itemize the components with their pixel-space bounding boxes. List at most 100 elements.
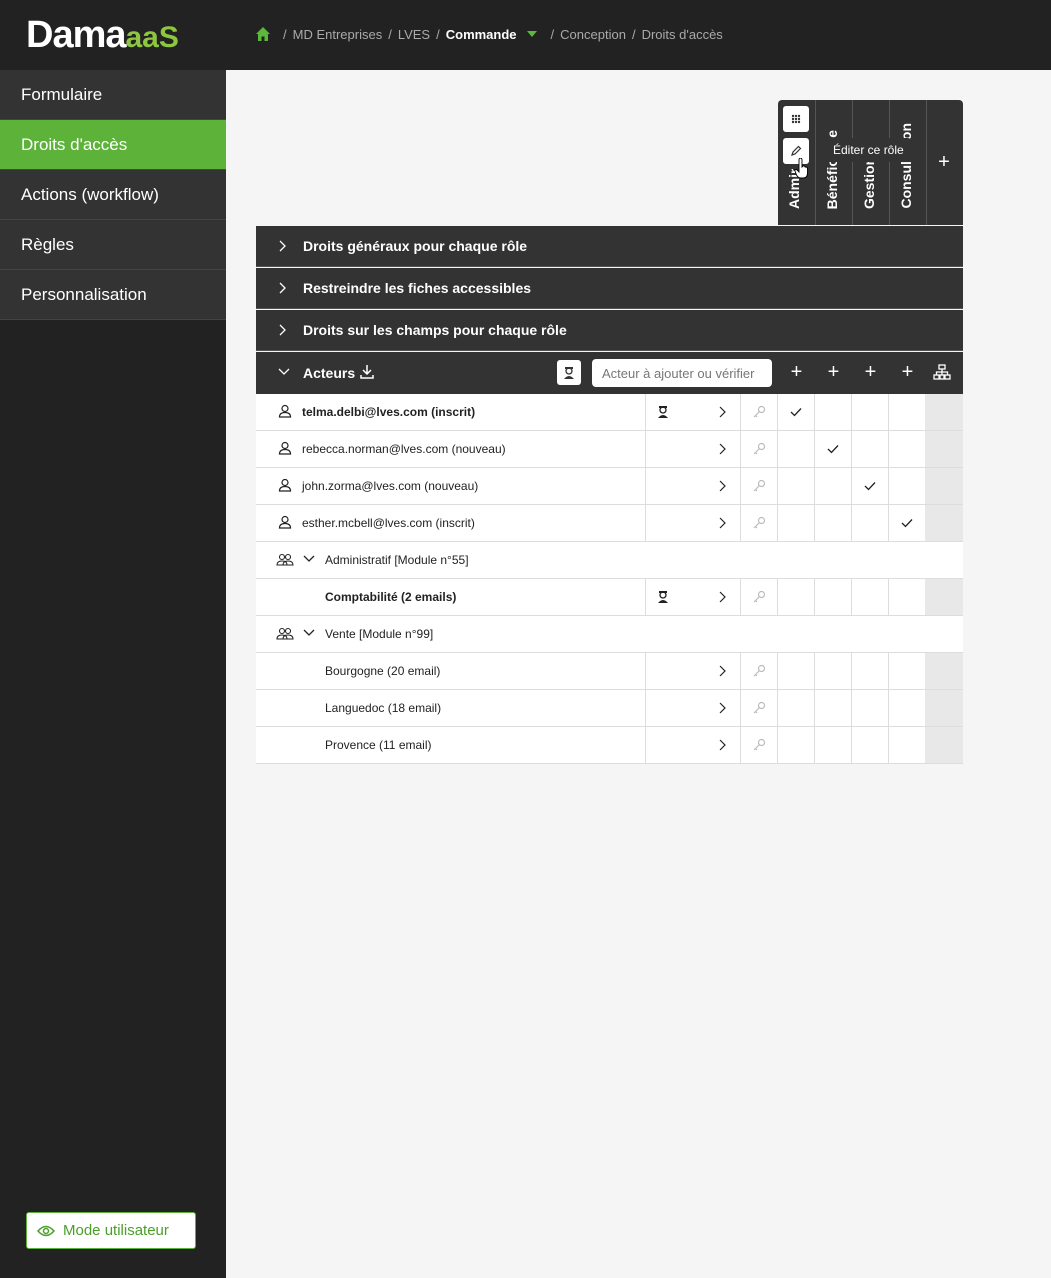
table-cell[interactable] — [777, 579, 778, 615]
download-icon[interactable] — [359, 364, 375, 380]
key-icon[interactable] — [752, 701, 766, 715]
table-cell[interactable] — [777, 727, 778, 763]
role-column-consultation[interactable]: Consultation — [889, 100, 926, 225]
table-cell[interactable] — [851, 727, 852, 763]
table-cell[interactable] — [814, 653, 815, 689]
section-restreindre[interactable]: Restreindre les fiches accessibles — [256, 268, 963, 309]
breadcrumb-item-conception[interactable]: Conception — [560, 27, 626, 42]
chevron-down-icon[interactable] — [303, 629, 315, 637]
table-cell[interactable] — [777, 653, 778, 689]
table-cell[interactable] — [777, 690, 778, 726]
row-name[interactable]: john.zorma@lves.com (nouveau) — [302, 479, 478, 493]
home-icon[interactable] — [255, 26, 271, 42]
group-row[interactable]: Vente [Module n°99] — [256, 616, 963, 653]
breadcrumb-item-current[interactable]: Commande — [446, 27, 517, 42]
table-cell[interactable] — [814, 727, 815, 763]
table-cell[interactable] — [851, 653, 852, 689]
table-cell[interactable] — [814, 690, 815, 726]
table-row[interactable]: Provence (11 email) — [256, 727, 963, 764]
add-role-button[interactable]: + — [925, 100, 963, 225]
chevron-right-icon[interactable] — [718, 665, 726, 677]
table-cell[interactable] — [851, 505, 852, 541]
table-cell[interactable] — [888, 579, 889, 615]
app-logo[interactable]: Dama aaS — [26, 14, 179, 56]
add-actor-admin-button[interactable]: + — [778, 361, 815, 384]
section-droits-champs[interactable]: Droits sur les champs pour chaque rôle — [256, 310, 963, 351]
chevron-right-icon[interactable] — [718, 406, 726, 418]
group-name[interactable]: Vente [Module n°99] — [325, 627, 433, 641]
key-icon[interactable] — [752, 590, 766, 604]
table-cell[interactable] — [777, 394, 778, 430]
row-name[interactable]: Languedoc (18 email) — [325, 701, 441, 715]
sidebar-item-formulaire[interactable]: Formulaire — [0, 70, 226, 120]
row-name[interactable]: rebecca.norman@lves.com (nouveau) — [302, 442, 506, 456]
table-row[interactable]: Comptabilité (2 emails) — [256, 579, 963, 616]
caret-down-icon[interactable] — [526, 31, 537, 37]
mode-utilisateur-button[interactable]: Mode utilisateur — [26, 1212, 196, 1249]
chevron-down-icon[interactable] — [303, 555, 315, 563]
table-cell[interactable] — [814, 505, 815, 541]
table-cell[interactable] — [851, 394, 852, 430]
table-cell[interactable] — [888, 431, 889, 467]
table-cell[interactable] — [777, 505, 778, 541]
row-name[interactable]: Bourgogne (20 email) — [325, 664, 440, 678]
table-cell[interactable] — [777, 431, 778, 467]
role-column-gestionnaire[interactable]: Gestionnaire — [852, 100, 889, 225]
table-cell[interactable] — [814, 579, 815, 615]
chevron-right-icon[interactable] — [718, 739, 726, 751]
table-cell[interactable] — [851, 431, 852, 467]
table-cell[interactable] — [888, 690, 889, 726]
sidebar-item-personnalisation[interactable]: Personnalisation — [0, 270, 226, 320]
table-cell[interactable] — [888, 394, 889, 430]
row-name[interactable]: Provence (11 email) — [325, 738, 432, 752]
chevron-right-icon[interactable] — [718, 591, 726, 603]
group-row[interactable]: Administratif [Module n°55] — [256, 542, 963, 579]
table-cell[interactable] — [814, 431, 815, 467]
table-cell[interactable] — [888, 727, 889, 763]
table-cell[interactable] — [814, 468, 815, 504]
table-cell[interactable] — [851, 468, 852, 504]
agent-filter-button[interactable] — [557, 360, 581, 385]
sidebar-item-regles[interactable]: Règles — [0, 220, 226, 270]
acteur-search-input[interactable] — [592, 359, 772, 387]
chevron-right-icon[interactable] — [718, 517, 726, 529]
key-icon[interactable] — [752, 664, 766, 678]
add-actor-beneficiaire-button[interactable]: + — [815, 361, 852, 384]
table-row[interactable]: Languedoc (18 email) — [256, 690, 963, 727]
row-name[interactable]: Comptabilité (2 emails) — [325, 590, 456, 604]
breadcrumb-item-entreprise[interactable]: MD Entreprises — [293, 27, 383, 42]
row-name[interactable]: esther.mcbell@lves.com (inscrit) — [302, 516, 475, 530]
breadcrumb-item-lves[interactable]: LVES — [398, 27, 430, 42]
table-row[interactable]: Bourgogne (20 email) — [256, 653, 963, 690]
chevron-right-icon[interactable] — [718, 443, 726, 455]
chevron-right-icon[interactable] — [718, 480, 726, 492]
table-cell[interactable] — [851, 579, 852, 615]
sidebar-item-actions[interactable]: Actions (workflow) — [0, 170, 226, 220]
table-row[interactable]: john.zorma@lves.com (nouveau) — [256, 468, 963, 505]
group-name[interactable]: Administratif [Module n°55] — [325, 553, 469, 567]
section-droits-generaux[interactable]: Droits généraux pour chaque rôle — [256, 226, 963, 267]
table-cell[interactable] — [888, 653, 889, 689]
table-row[interactable]: telma.delbi@lves.com (inscrit) — [256, 394, 963, 431]
table-cell[interactable] — [888, 468, 889, 504]
key-icon[interactable] — [752, 405, 766, 419]
role-column-beneficiaire[interactable]: Bénéficiaire — [815, 100, 852, 225]
grid-menu-button[interactable] — [783, 106, 809, 132]
row-name[interactable]: telma.delbi@lves.com (inscrit) — [302, 405, 475, 419]
table-cell[interactable] — [814, 394, 815, 430]
table-cell[interactable] — [777, 468, 778, 504]
table-cell[interactable] — [888, 505, 889, 541]
table-row[interactable]: esther.mcbell@lves.com (inscrit) — [256, 505, 963, 542]
table-cell[interactable] — [851, 690, 852, 726]
key-icon[interactable] — [752, 516, 766, 530]
key-icon[interactable] — [752, 738, 766, 752]
add-actor-consultation-button[interactable]: + — [889, 361, 926, 384]
chevron-down-icon[interactable] — [278, 368, 290, 376]
chevron-right-icon[interactable] — [718, 702, 726, 714]
key-icon[interactable] — [752, 479, 766, 493]
sidebar-item-droits-acces[interactable]: Droits d'accès — [0, 120, 226, 170]
add-actor-gestionnaire-button[interactable]: + — [852, 361, 889, 384]
org-tree-icon[interactable] — [933, 364, 951, 380]
key-icon[interactable] — [752, 442, 766, 456]
table-row[interactable]: rebecca.norman@lves.com (nouveau) — [256, 431, 963, 468]
